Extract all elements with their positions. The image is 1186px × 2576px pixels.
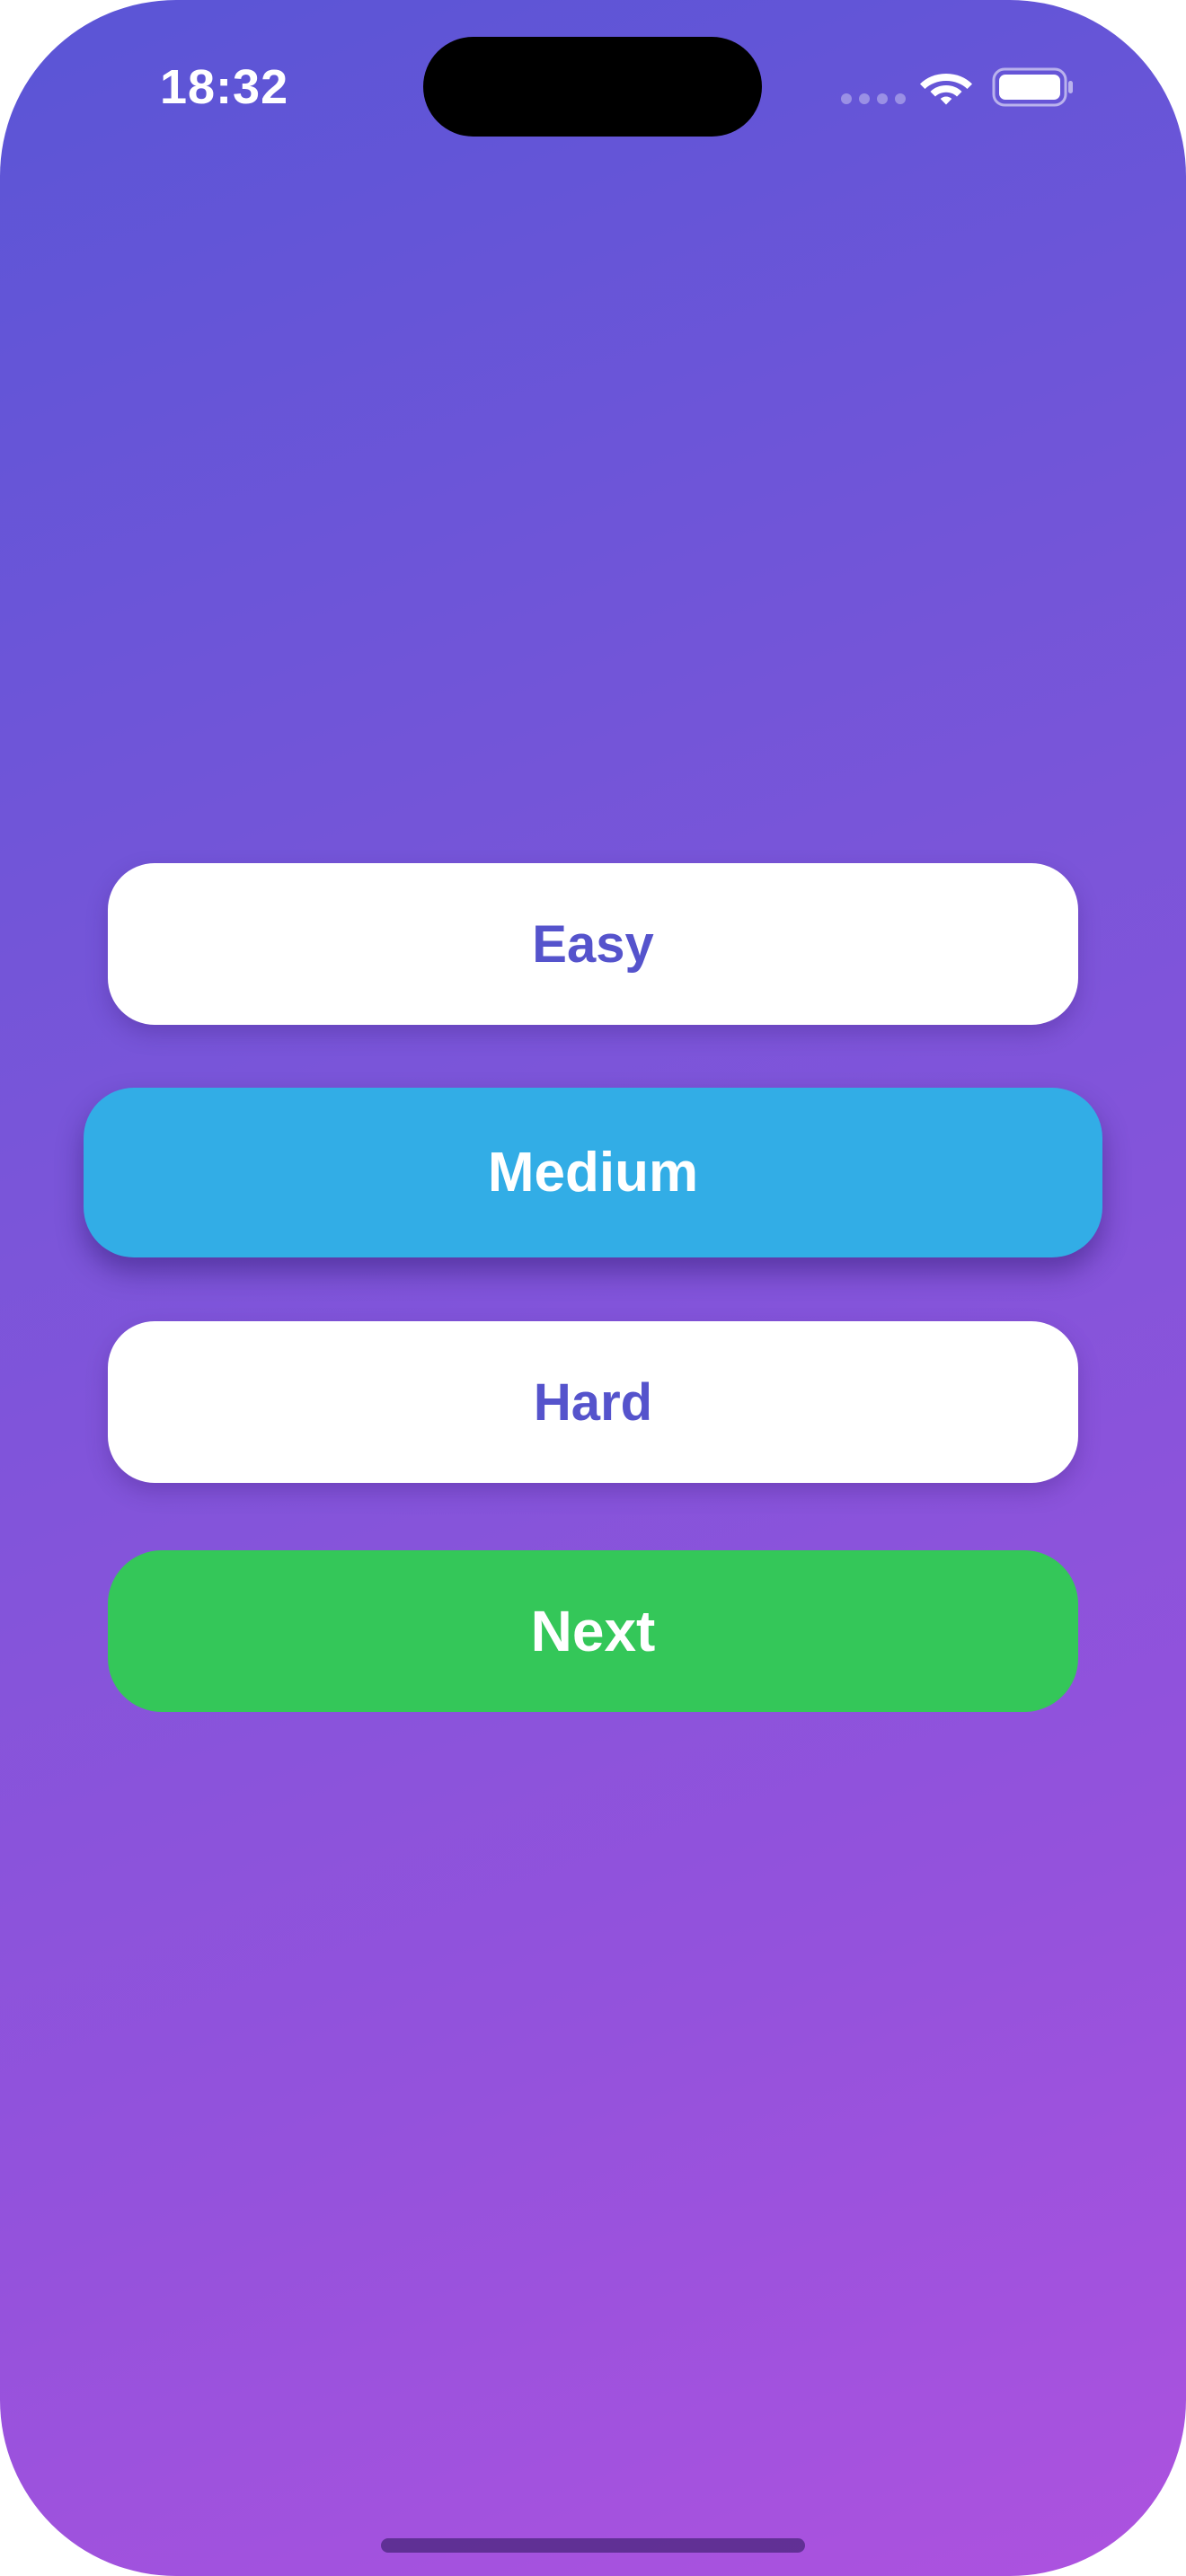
wifi-icon — [920, 74, 972, 105]
difficulty-option-medium[interactable]: Medium — [84, 1088, 1102, 1257]
difficulty-option-hard[interactable]: Hard — [108, 1321, 1078, 1483]
cellular-signal-icon — [841, 93, 906, 104]
difficulty-option-easy[interactable]: Easy — [108, 863, 1078, 1025]
dynamic-island — [423, 37, 762, 137]
app-screen: 18:32 Easy Medium Hard Next — [0, 0, 1186, 2576]
next-button[interactable]: Next — [108, 1550, 1078, 1712]
home-indicator[interactable] — [381, 2538, 805, 2553]
battery-icon — [992, 67, 1073, 107]
status-time: 18:32 — [160, 60, 289, 114]
